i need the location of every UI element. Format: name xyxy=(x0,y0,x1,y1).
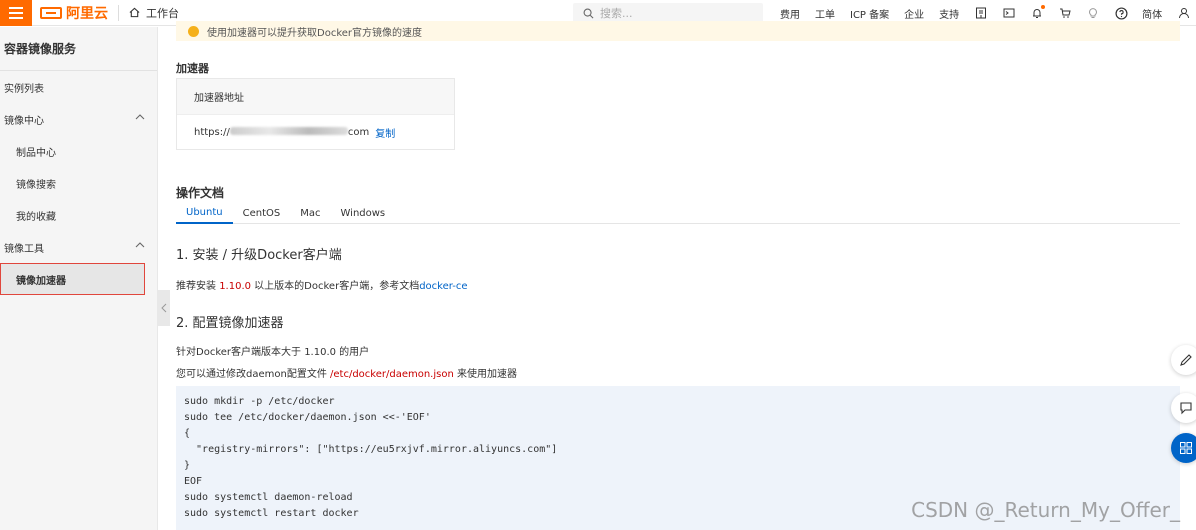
nav-billing[interactable]: 费用 xyxy=(780,6,800,21)
chevron-up-icon xyxy=(135,114,145,120)
nav-icp[interactable]: ICP 备案 xyxy=(850,6,889,21)
sidebar-item-label: 镜像搜索 xyxy=(16,179,56,191)
step2-line2-b: 来使用加速器 xyxy=(453,369,517,380)
user-avatar-icon[interactable] xyxy=(1177,6,1191,20)
code-line: { xyxy=(184,428,191,439)
menu-hamburger-icon[interactable] xyxy=(0,0,32,26)
sidebar-item-label: 制品中心 xyxy=(16,147,56,159)
bell-icon[interactable] xyxy=(1030,5,1046,20)
sidebar-item-image-tools[interactable]: 镜像工具 xyxy=(0,231,157,263)
sidebar-title: 容器镜像服务 xyxy=(0,27,157,71)
step2-title: 2. 配置镜像加速器 xyxy=(176,316,284,331)
chat-icon xyxy=(1180,402,1192,415)
watermark: CSDN @_Return_My_Offer_ xyxy=(911,498,1180,522)
chevron-left-icon xyxy=(161,303,167,313)
docs-heading: 操作文档 xyxy=(176,186,225,200)
cart-icon[interactable] xyxy=(1058,6,1072,20)
terminal-icon[interactable] xyxy=(1002,6,1016,20)
daemon-json-path: /etc/docker/daemon.json xyxy=(330,369,454,380)
workbench-label: 工作台 xyxy=(146,6,179,20)
divider xyxy=(118,4,119,21)
help-icon[interactable] xyxy=(1114,6,1128,20)
apps-button[interactable] xyxy=(1171,433,1196,463)
main-content: 使用加速器可以提升获取Docker官方镜像的速度 加速器 加速器地址 https… xyxy=(176,21,1180,530)
lightbulb-icon[interactable] xyxy=(1086,6,1100,20)
nav-enterprise[interactable]: 企业 xyxy=(904,6,924,21)
aliyun-logo-mark-icon xyxy=(40,6,62,19)
accelerator-url-prefix: https:// xyxy=(194,126,230,138)
tab-windows[interactable]: Windows xyxy=(331,202,396,224)
cloud-shell-icon[interactable] xyxy=(974,6,988,20)
code-line: } xyxy=(184,460,191,471)
sidebar-item-label: 镜像工具 xyxy=(4,243,44,255)
os-tabs: Ubuntu CentOS Mac Windows xyxy=(176,202,1180,224)
sidebar-item-instances[interactable]: 实例列表 xyxy=(0,71,157,103)
step2-line1: 针对Docker客户端版本大于 1.10.0 的用户 xyxy=(176,347,370,358)
home-icon xyxy=(129,7,140,18)
notice-banner: 使用加速器可以提升获取Docker官方镜像的速度 xyxy=(176,21,1180,41)
step2-line2: 您可以通过修改daemon配置文件 /etc/docker/daemon.jso… xyxy=(176,365,517,380)
nav-support[interactable]: 支持 xyxy=(939,6,959,21)
tab-centos[interactable]: CentOS xyxy=(233,202,291,224)
accelerator-table-header: 加速器地址 xyxy=(177,79,454,115)
code-line: sudo mkdir -p /etc/docker xyxy=(184,396,335,407)
chevron-up-icon xyxy=(135,242,145,248)
step1-text-a: 推荐安装 xyxy=(176,281,220,292)
feedback-edit-button[interactable] xyxy=(1171,345,1196,375)
accelerator-table: 加速器地址 https:// com 复制 xyxy=(176,78,455,150)
search-box[interactable] xyxy=(573,3,763,23)
grid-apps-icon xyxy=(1180,442,1192,454)
copy-button[interactable]: 复制 xyxy=(375,125,395,140)
sidebar: 容器镜像服务 实例列表 镜像中心 制品中心 镜像搜索 我的收藏 镜像工具 镜像加… xyxy=(0,27,158,530)
code-line: sudo tee /etc/docker/daemon.json <<-'EOF… xyxy=(184,412,431,423)
sidebar-item-artifact-center[interactable]: 制品中心 xyxy=(0,135,157,167)
tab-ubuntu[interactable]: Ubuntu xyxy=(176,202,233,224)
accelerator-heading: 加速器 xyxy=(176,62,209,75)
sidebar-item-label: 镜像中心 xyxy=(4,115,44,127)
sidebar-item-label: 实例列表 xyxy=(4,83,44,95)
redacted-url xyxy=(229,126,348,135)
workbench-link[interactable]: 工作台 xyxy=(129,5,179,21)
sidebar-item-image-accelerator[interactable]: 镜像加速器 xyxy=(0,263,145,295)
step1-text: 推荐安装 1.10.0 以上版本的Docker客户端，参考文档docker-ce xyxy=(176,277,467,292)
nav-tickets[interactable]: 工单 xyxy=(815,6,835,21)
tab-mac[interactable]: Mac xyxy=(290,202,330,224)
code-line: EOF xyxy=(184,476,203,487)
accelerator-url-text: https:// com xyxy=(194,126,370,138)
notice-text: 使用加速器可以提升获取Docker官方镜像的速度 xyxy=(207,27,423,39)
logo-text: 阿里云 xyxy=(66,5,108,22)
sidebar-item-image-center[interactable]: 镜像中心 xyxy=(0,103,157,135)
edit-icon xyxy=(1180,354,1192,366)
warning-icon xyxy=(188,25,199,37)
sidebar-collapse-toggle[interactable] xyxy=(158,290,170,326)
docker-ce-link[interactable]: docker-ce xyxy=(419,281,467,292)
sidebar-item-label: 我的收藏 xyxy=(16,211,56,223)
accelerator-url-suffix: com xyxy=(347,126,370,138)
sidebar-item-label: 镜像加速器 xyxy=(16,275,66,287)
step1-title: 1. 安装 / 升级Docker客户端 xyxy=(176,248,342,263)
step2-line2-a: 您可以通过修改daemon配置文件 xyxy=(176,369,331,380)
accelerator-url-row: https:// com 复制 xyxy=(177,115,454,149)
chat-button[interactable] xyxy=(1171,393,1196,423)
step1-text-b: 以上版本的Docker客户端，参考文档 xyxy=(251,281,420,292)
step1-version: 1.10.0 xyxy=(219,281,251,292)
language-switch[interactable]: 简体 xyxy=(1142,6,1162,21)
search-icon xyxy=(583,8,594,18)
aliyun-logo[interactable]: 阿里云 xyxy=(40,0,108,26)
sidebar-item-favorites[interactable]: 我的收藏 xyxy=(0,199,157,231)
code-line: "registry-mirrors": ["https://eu5rxjvf.m… xyxy=(184,444,558,455)
sidebar-item-image-search[interactable]: 镜像搜索 xyxy=(0,167,157,199)
search-input[interactable] xyxy=(600,6,750,20)
